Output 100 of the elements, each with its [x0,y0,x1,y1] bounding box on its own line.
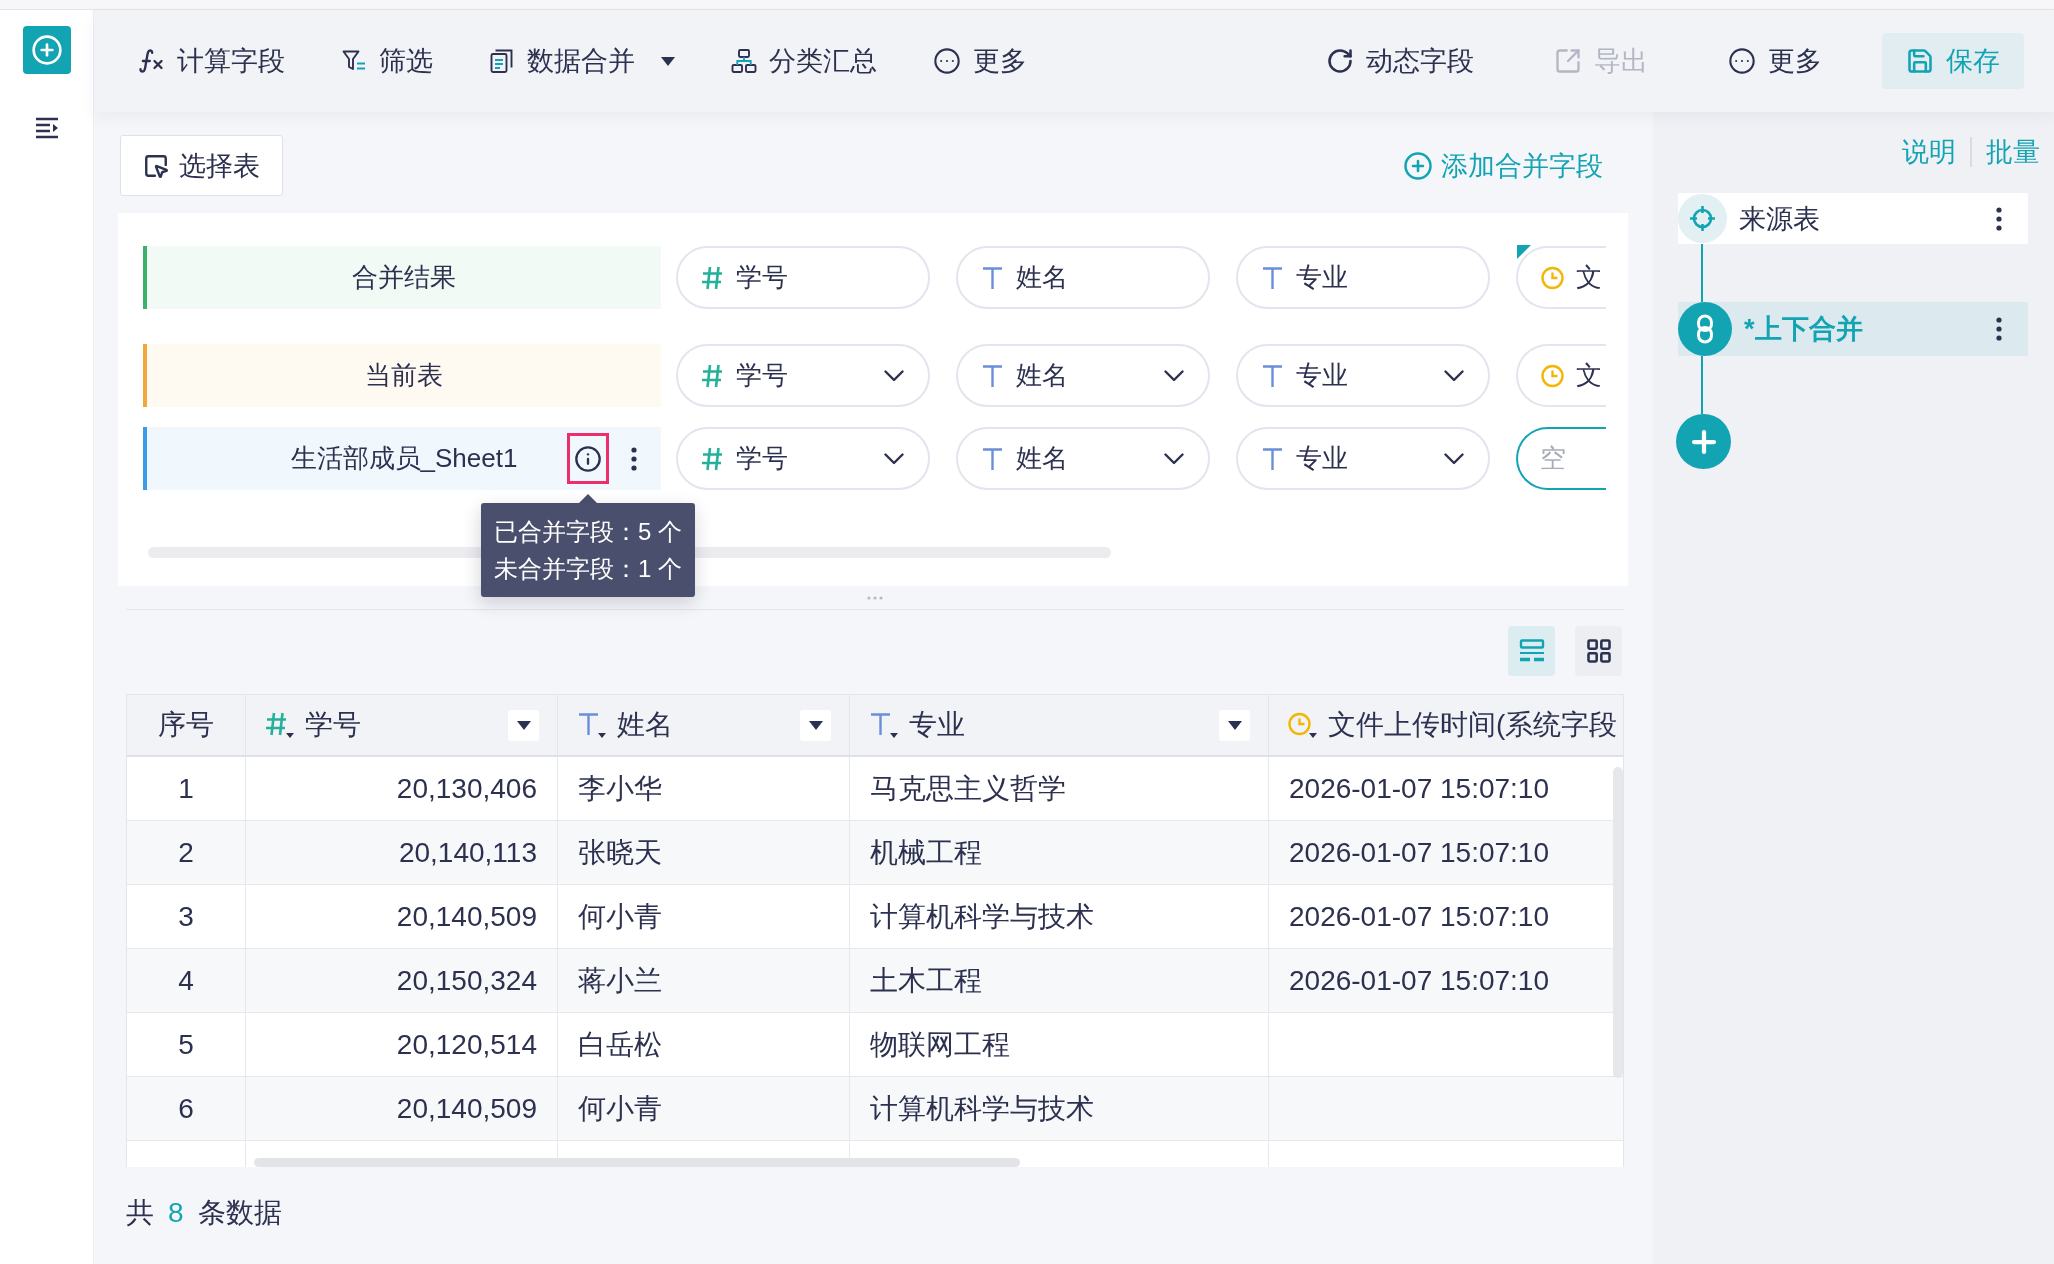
plus-circle-icon [30,34,63,66]
export-icon [1554,47,1582,75]
chevron-down-icon [884,369,904,382]
more-icon [933,47,961,75]
rows-layout-icon [1518,639,1545,663]
drag-handle-icon[interactable] [867,595,883,600]
function-icon [137,47,165,75]
column-title: 序号 [158,708,214,742]
plus-circle-icon [1403,150,1433,181]
view-toggle-button[interactable] [1508,626,1555,676]
row-title: 当前表 [365,359,443,392]
info-button[interactable] [567,433,609,484]
chevron-down-icon [1444,369,1464,382]
documents-icon [489,48,515,74]
table-cell: 计算机科学与技术 [850,885,1269,948]
info-icon [574,444,602,473]
table-cell: 20,140,113 [246,821,558,884]
table-cell-text: 2026-01-07 15:07:10 [1288,835,1550,870]
table-cell: 20,150,324 [246,949,558,1012]
table-cell: 李小华 [558,757,850,820]
chevron-down-icon [1164,369,1184,382]
field-pill[interactable]: 专业 [1236,246,1490,309]
column-title: 学号 [305,708,361,742]
caret-down-icon [516,720,531,730]
table-cell: 6 [127,1077,246,1140]
caret-down-icon [808,720,823,730]
clock-icon [1287,711,1319,739]
table-cell: 何小青 [558,1077,850,1140]
field-pill[interactable]: 文 [1516,246,1606,309]
toolbar-button[interactable]: 数据合并 [489,33,675,89]
column-title: 文件上传时间(系统字段 [1328,708,1618,742]
field-pill[interactable]: 专业 [1236,427,1490,490]
table-cell: 20,140,509 [246,1077,558,1140]
more-icon [1728,47,1756,75]
table-cell: 1 [127,757,246,820]
step-item[interactable]: 来源表 [1678,193,2028,244]
clock-icon [1540,362,1566,389]
toolbar-button[interactable]: 动态字段 [1306,33,1494,89]
row-title: 生活部成员_Sheet1 [290,442,518,475]
cursor-square-icon [143,152,169,179]
text-type-icon [576,711,608,739]
field-pill[interactable]: 专业 [1236,344,1490,407]
more-vertical-icon[interactable] [1996,206,2002,231]
number-type-icon [264,711,296,739]
table-cell: 4 [127,949,246,1012]
table-cell: 物联网工程 [850,1013,1269,1076]
table-cell: 20,120,514 [246,1013,558,1076]
add-step-button[interactable] [1676,414,1731,469]
vertical-scrollbar[interactable] [1613,767,1623,1078]
field-pill[interactable]: 文 [1516,344,1606,407]
table-cell: 2 [127,821,246,884]
horizontal-scrollbar[interactable] [148,547,1111,558]
field-input[interactable]: 空 [1516,427,1606,490]
tooltip-text: 未合并字段：1 个 [494,554,682,584]
horizontal-scrollbar[interactable] [254,1158,1020,1167]
table-cell-text: 2026-01-07 15:07:10 [1288,963,1550,998]
field-pill[interactable]: 姓名 [956,344,1210,407]
menu-icon[interactable] [34,117,59,139]
toolbar-button[interactable]: 筛选 [341,33,433,89]
column-filter-button[interactable] [800,709,831,741]
table-cell: 何小青 [558,885,850,948]
chevron-down-icon [1444,452,1464,465]
tooltip-text: 已合并字段：5 个 [494,517,682,547]
table-cell: 土木工程 [850,949,1269,1012]
column-title: 专业 [909,708,965,742]
row-title: 合并结果 [352,261,456,294]
table-cell-text: 2026-01-07 15:07:10 [1288,899,1550,934]
table-cell: 20,130,406 [246,757,558,820]
more-vertical-icon[interactable] [1996,317,2002,341]
view-toggle-button[interactable] [1575,626,1622,676]
add-button[interactable] [22,26,71,74]
table-cell: 机械工程 [850,821,1269,884]
table-cell: 5 [127,1013,246,1076]
field-pill[interactable]: 姓名 [956,246,1210,309]
table-cell-text: 2026-01-07 15:07:10 [1288,771,1550,806]
corner-marker-icon [1517,245,1531,259]
grid-layout-icon [1584,637,1613,665]
more-vertical-icon[interactable] [631,446,637,471]
field-pill[interactable]: 学号 [676,344,930,407]
table-cell: 马克思主义哲学 [850,757,1269,820]
toolbar-button[interactable]: 计算字段 [137,33,285,89]
caret-down-icon [1227,720,1242,730]
save-icon [1906,47,1934,75]
column-title: 姓名 [617,708,673,742]
toolbar-button[interactable]: 更多 [933,33,1027,89]
field-pill[interactable]: 学号 [676,427,930,490]
table-cell: 白岳松 [558,1013,850,1076]
toolbar-button[interactable]: 分类汇总 [731,33,877,89]
record-count: 共 8 条数据 [126,1198,283,1228]
field-pill[interactable]: 学号 [676,246,930,309]
column-filter-button[interactable] [508,709,539,741]
hierarchy-icon [731,48,757,74]
table-cell: 3 [127,885,246,948]
chevron-down-icon [1164,452,1184,465]
chevron-down-icon [884,452,904,465]
table-cell: 蒋小兰 [558,949,850,1012]
select-table-button[interactable]: 选择表 [120,135,283,196]
column-filter-button[interactable] [1219,709,1250,741]
toolbar-button[interactable]: 更多 [1708,33,1842,89]
field-pill[interactable]: 姓名 [956,427,1210,490]
